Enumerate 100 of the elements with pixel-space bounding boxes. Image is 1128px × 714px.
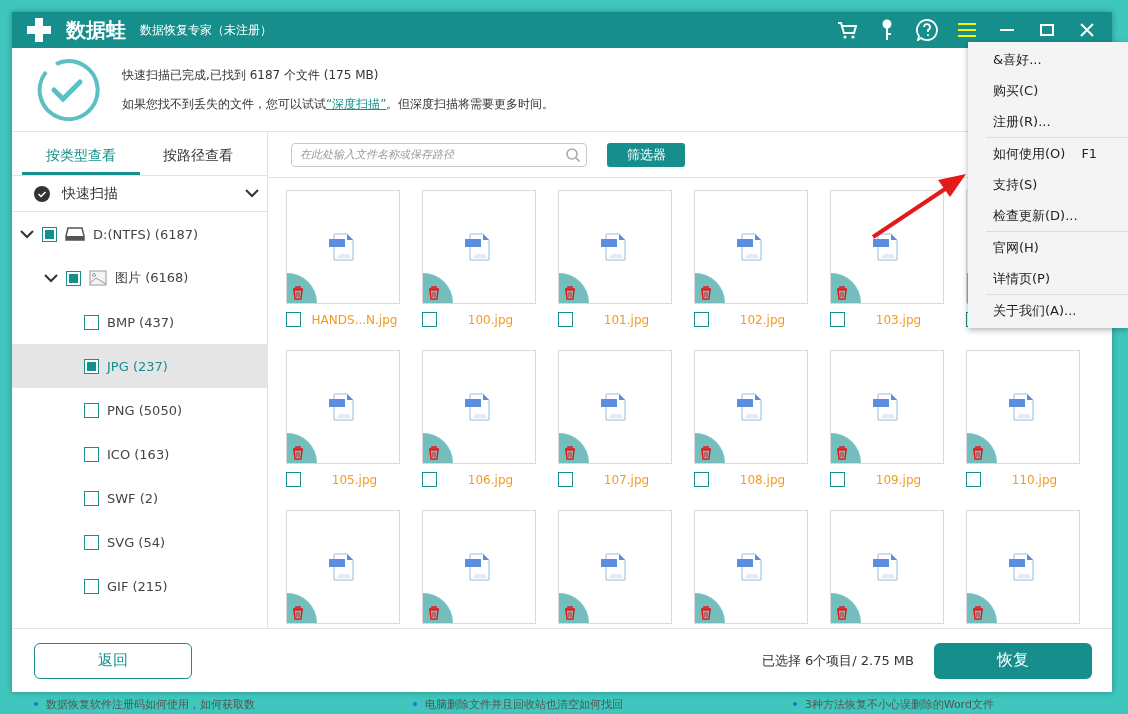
tree-label: SWF (2) xyxy=(107,490,159,506)
bullet-icon xyxy=(792,702,797,706)
file-thumbnail[interactable] xyxy=(558,510,672,624)
app-logo: 数据蛙 xyxy=(66,16,126,44)
checkbox[interactable] xyxy=(966,472,981,487)
file-thumbnail[interactable] xyxy=(558,350,672,464)
checkbox[interactable] xyxy=(830,472,845,487)
checkbox[interactable] xyxy=(84,402,99,418)
checkbox[interactable] xyxy=(422,312,437,327)
menu-item[interactable]: 检查更新(D)... xyxy=(968,200,1128,231)
chevron-down-icon[interactable] xyxy=(20,229,34,239)
checkbox[interactable] xyxy=(558,312,573,327)
menu-item[interactable]: 如何使用(O) F1 xyxy=(968,138,1128,169)
search-icon[interactable] xyxy=(566,147,580,162)
checkbox[interactable] xyxy=(84,490,99,506)
trash-icon[interactable] xyxy=(972,446,984,460)
article-link[interactable]: 数据恢复软件注册码如何使用，如何获取数 xyxy=(46,696,255,712)
trash-icon[interactable] xyxy=(564,446,576,460)
file-name: 109.jpg xyxy=(874,472,923,487)
trash-icon[interactable] xyxy=(428,446,440,460)
checkbox[interactable] xyxy=(558,472,573,487)
checkbox[interactable] xyxy=(66,270,81,286)
trash-icon[interactable] xyxy=(292,446,304,460)
file-thumbnail[interactable] xyxy=(286,190,400,304)
file-thumbnail[interactable] xyxy=(286,350,400,464)
checkbox[interactable] xyxy=(694,472,709,487)
trash-icon[interactable] xyxy=(292,606,304,620)
tree-row[interactable]: D:(NTFS) (6187) xyxy=(12,212,267,256)
file-thumbnail[interactable] xyxy=(830,510,944,624)
file-name: 107.jpg xyxy=(602,472,651,487)
tree-label: 图片 (6168) xyxy=(115,269,189,287)
checkbox[interactable] xyxy=(422,472,437,487)
file-thumbnail[interactable] xyxy=(558,190,672,304)
trash-icon[interactable] xyxy=(836,606,848,620)
tree-row[interactable]: SWF (2) xyxy=(12,476,267,520)
help-icon[interactable] xyxy=(914,17,940,43)
checkbox[interactable] xyxy=(84,314,99,330)
selection-summary: 已选择 6个项目/ 2.75 MB xyxy=(760,651,914,670)
trash-icon[interactable] xyxy=(428,606,440,620)
file-thumbnail[interactable] xyxy=(694,350,808,464)
trash-icon[interactable] xyxy=(428,286,440,300)
file-thumbnail[interactable] xyxy=(422,350,536,464)
file-thumbnail[interactable] xyxy=(286,510,400,624)
tree-row[interactable]: PNG (5050) xyxy=(12,388,267,432)
checkbox[interactable] xyxy=(830,312,845,327)
tree-label: BMP (437) xyxy=(107,314,175,330)
checkbox[interactable] xyxy=(84,578,99,594)
checkbox[interactable] xyxy=(286,472,301,487)
menu-item[interactable]: &喜好... xyxy=(968,44,1128,75)
file-name: 108.jpg xyxy=(738,472,787,487)
trash-icon[interactable] xyxy=(564,286,576,300)
file-thumbnail[interactable] xyxy=(966,510,1080,624)
checkbox[interactable] xyxy=(286,312,301,327)
trash-icon[interactable] xyxy=(836,446,848,460)
tree-row[interactable]: SVG (54) xyxy=(12,520,267,564)
file-thumbnail[interactable] xyxy=(422,190,536,304)
scan-mode-label: 快速扫描 xyxy=(62,184,119,203)
tree-label: SVG (54) xyxy=(107,534,166,550)
checkbox[interactable] xyxy=(694,312,709,327)
trash-icon[interactable] xyxy=(564,606,576,620)
article-link[interactable]: 3种方法恢复不小心误删除的Word文件 xyxy=(804,696,994,712)
trash-icon[interactable] xyxy=(292,286,304,300)
checkbox[interactable] xyxy=(84,534,99,550)
trash-icon[interactable] xyxy=(700,606,712,620)
chevron-down-icon[interactable] xyxy=(44,273,58,283)
tree-row[interactable]: BMP (437) xyxy=(12,300,267,344)
file-thumbnail[interactable] xyxy=(830,350,944,464)
menu-item[interactable]: 支持(S) xyxy=(968,169,1128,200)
file-name: 102.jpg xyxy=(738,312,787,327)
menu-item[interactable]: 官网(H) xyxy=(968,232,1128,263)
deep-scan-link[interactable]: “深度扫描” xyxy=(326,96,387,111)
checkbox[interactable] xyxy=(84,358,99,374)
article-link[interactable]: 电脑删除文件并且回收站也清空如何找回 xyxy=(425,696,624,712)
file-thumbnail[interactable] xyxy=(694,190,808,304)
tree-label: GIF (215) xyxy=(107,578,168,594)
search-field[interactable]: 在此处输入文件名称或保存路径 xyxy=(291,142,587,167)
menu-item[interactable]: 关于我们(A)... xyxy=(968,295,1128,326)
back-button[interactable]: 返回 xyxy=(34,642,192,679)
menu-item[interactable]: 详情页(P) xyxy=(968,263,1128,294)
tree-row[interactable]: ICO (163) xyxy=(12,432,267,476)
tree-label: JPG (237) xyxy=(107,358,168,374)
filter-button[interactable]: 筛选器 xyxy=(607,142,685,167)
menu-item[interactable]: 购买(C) xyxy=(968,75,1128,106)
file-thumbnail[interactable] xyxy=(830,190,944,304)
trash-icon[interactable] xyxy=(836,286,848,300)
view-tab[interactable]: 按类型查看 xyxy=(22,132,140,175)
trash-icon[interactable] xyxy=(972,606,984,620)
checkbox[interactable] xyxy=(42,226,57,242)
tree-row[interactable]: 图片 (6168) xyxy=(12,256,267,300)
chevron-down-icon[interactable] xyxy=(245,189,259,198)
file-thumbnail[interactable] xyxy=(966,350,1080,464)
trash-icon[interactable] xyxy=(700,446,712,460)
file-thumbnail[interactable] xyxy=(422,510,536,624)
recover-button[interactable]: 恢复 xyxy=(934,642,1092,679)
trash-icon[interactable] xyxy=(700,286,712,300)
file-thumbnail[interactable] xyxy=(694,510,808,624)
checkbox[interactable] xyxy=(84,446,99,462)
view-tab[interactable]: 按路径查看 xyxy=(139,132,257,175)
menu-item[interactable]: 注册(R)... xyxy=(968,106,1128,137)
tree-row[interactable]: GIF (215) xyxy=(12,564,267,608)
